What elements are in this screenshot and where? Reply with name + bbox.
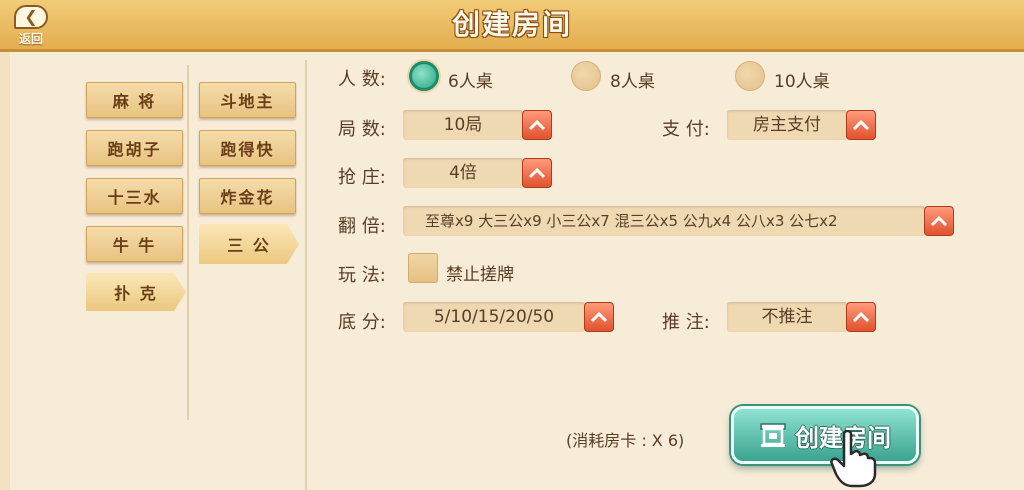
no-squeeze-label: 禁止搓牌 <box>446 265 514 285</box>
rules-label: 玩 法: <box>338 265 386 286</box>
building-icon <box>760 423 786 447</box>
game-doudizhu[interactable]: 斗地主 <box>199 82 296 118</box>
base-score-dropdown-button[interactable] <box>584 302 614 332</box>
players-radio-6[interactable] <box>409 61 439 91</box>
players-option-8: 8人桌 <box>610 72 655 92</box>
header-bar: ❮ 返回 创建房间 <box>0 0 1024 52</box>
game-sangong[interactable]: 三 公 <box>199 224 299 264</box>
multiplier-select[interactable]: 至尊x9 大三公x9 小三公x7 混三公x5 公九x4 公八x3 公七x2 <box>403 206 925 236</box>
players-option-10: 10人桌 <box>774 72 830 92</box>
players-radio-8[interactable] <box>571 61 601 91</box>
form-divider <box>305 60 307 490</box>
payment-dropdown-button[interactable] <box>846 110 876 140</box>
category-shisanshui[interactable]: 十三水 <box>86 178 183 214</box>
bet-push-label: 推 注: <box>662 312 710 333</box>
base-score-label: 底 分: <box>338 312 386 333</box>
players-label: 人 数: <box>338 69 386 90</box>
banker-dropdown-button[interactable] <box>522 158 552 188</box>
players-radio-10[interactable] <box>735 61 765 91</box>
page-title: 创建房间 <box>451 8 572 41</box>
pointing-hand-icon <box>830 430 877 488</box>
category-niuniu[interactable]: 牛 牛 <box>86 226 183 262</box>
room-card-cost: (消耗房卡 : X 6) <box>566 431 685 450</box>
create-room-button[interactable]: 创建房间 <box>731 406 919 464</box>
rounds-dropdown-button[interactable] <box>522 110 552 140</box>
game-zhajinhua[interactable]: 炸金花 <box>199 178 296 214</box>
banker-select[interactable]: 4倍 <box>403 158 523 188</box>
category-divider <box>187 65 189 420</box>
rounds-label: 局 数: <box>338 119 386 140</box>
category-poker[interactable]: 扑 克 <box>86 273 186 311</box>
chevron-up-icon <box>528 119 546 131</box>
no-squeeze-checkbox[interactable] <box>408 253 438 283</box>
payment-select[interactable]: 房主支付 <box>727 110 847 140</box>
rounds-select[interactable]: 10局 <box>403 110 523 140</box>
chevron-up-icon <box>590 311 608 323</box>
multiplier-dropdown-button[interactable] <box>924 206 954 236</box>
players-option-6: 6人桌 <box>448 72 493 92</box>
banker-label: 抢 庄: <box>338 167 386 188</box>
base-score-select[interactable]: 5/10/15/20/50 <box>403 302 585 332</box>
chevron-up-icon <box>852 119 870 131</box>
left-edge <box>0 52 10 490</box>
payment-label: 支 付: <box>662 119 710 140</box>
bet-push-select[interactable]: 不推注 <box>727 302 847 332</box>
chevron-up-icon <box>930 215 948 227</box>
category-mahjong[interactable]: 麻 将 <box>86 82 183 118</box>
chevron-up-icon <box>528 167 546 179</box>
category-paohuzi[interactable]: 跑胡子 <box>86 130 183 166</box>
chevron-up-icon <box>852 311 870 323</box>
game-paodekuai[interactable]: 跑得快 <box>199 130 296 166</box>
multiplier-label: 翻 倍: <box>338 216 386 237</box>
bet-push-dropdown-button[interactable] <box>846 302 876 332</box>
